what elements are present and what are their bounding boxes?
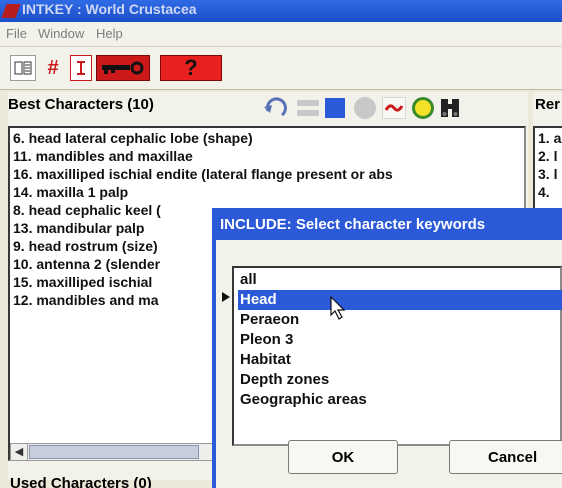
keyword-item[interactable]: all	[240, 270, 257, 290]
mouse-cursor-icon	[330, 296, 346, 320]
list-item[interactable]: 15. maxilliped ischial	[13, 273, 152, 291]
list-item[interactable]: 6. head lateral cephalic lobe (shape)	[13, 129, 253, 147]
cancel-button[interactable]: Cancel	[449, 440, 562, 474]
yellow-circle-icon[interactable]	[410, 96, 436, 120]
used-characters-title: Used Characters (0)	[10, 475, 152, 488]
question-button[interactable]: ?	[160, 55, 222, 81]
scroll-left-icon[interactable]: ◀	[11, 444, 28, 460]
list-item[interactable]: 16. maxilliped ischial endite (lateral f…	[13, 165, 393, 183]
toolbar: # ?	[0, 47, 562, 90]
list-item[interactable]: 10. antenna 2 (slender	[13, 255, 160, 273]
list-item[interactable]: 8. head cephalic keel (	[13, 201, 161, 219]
list-item[interactable]: 4.	[538, 183, 550, 201]
menu-window[interactable]: Window	[38, 26, 84, 41]
list-item[interactable]: 2. l	[538, 147, 557, 165]
keyword-item[interactable]: Pleon 3	[240, 330, 293, 350]
include-keywords-dialog: INCLUDE: Select character keywords all H…	[212, 208, 562, 488]
keyword-list[interactable]: all Head Peraeon Pleon 3 Habitat Depth z…	[232, 266, 562, 446]
keyword-item[interactable]: Geographic areas	[240, 390, 367, 410]
book-icon[interactable]	[10, 55, 36, 81]
keyword-item[interactable]: Peraeon	[240, 310, 299, 330]
ok-button[interactable]: OK	[288, 440, 398, 474]
keyword-item[interactable]: Habitat	[240, 350, 291, 370]
blue-square-icon[interactable]	[324, 97, 346, 119]
menu-file[interactable]: File	[6, 26, 27, 41]
list-item[interactable]: 13. mandibular palp	[13, 219, 144, 237]
key-icon[interactable]	[96, 55, 150, 81]
window-titlebar: INTKEY : World Crustacea	[0, 0, 562, 22]
tilde-icon[interactable]	[382, 97, 406, 119]
list-item[interactable]: 3. l	[538, 165, 557, 183]
list-item[interactable]: 1. a	[538, 129, 561, 147]
keyword-item-selected[interactable]: Head	[238, 290, 562, 310]
dialog-title: INCLUDE: Select character keywords	[220, 216, 486, 233]
list-item[interactable]: 11. mandibles and maxillae	[13, 147, 193, 165]
dialog-body: all Head Peraeon Pleon 3 Habitat Depth z…	[216, 240, 562, 488]
scrollbar-thumb[interactable]	[29, 445, 199, 459]
menu-help[interactable]: Help	[96, 26, 123, 41]
equals-icon[interactable]	[296, 97, 320, 119]
app-icon	[1, 4, 21, 18]
list-item[interactable]: 14. maxilla 1 palp	[13, 183, 128, 201]
best-characters-title: Best Characters (10)	[8, 96, 154, 113]
binoculars-icon[interactable]	[438, 96, 462, 120]
remaining-title: Rer	[535, 96, 561, 113]
keyword-item[interactable]: Depth zones	[240, 370, 329, 390]
current-row-pointer-icon	[222, 292, 230, 302]
sphere-icon[interactable]	[352, 96, 378, 120]
hash-button[interactable]: #	[40, 55, 66, 81]
list-item[interactable]: 12. mandibles and ma	[13, 291, 159, 309]
undo-arrow-icon[interactable]	[262, 95, 292, 121]
menu-bar: File Window Help	[0, 22, 562, 47]
text-cursor-icon[interactable]	[70, 55, 92, 81]
window-title: INTKEY : World Crustacea	[22, 1, 197, 17]
list-item[interactable]: 9. head rostrum (size)	[13, 237, 158, 255]
